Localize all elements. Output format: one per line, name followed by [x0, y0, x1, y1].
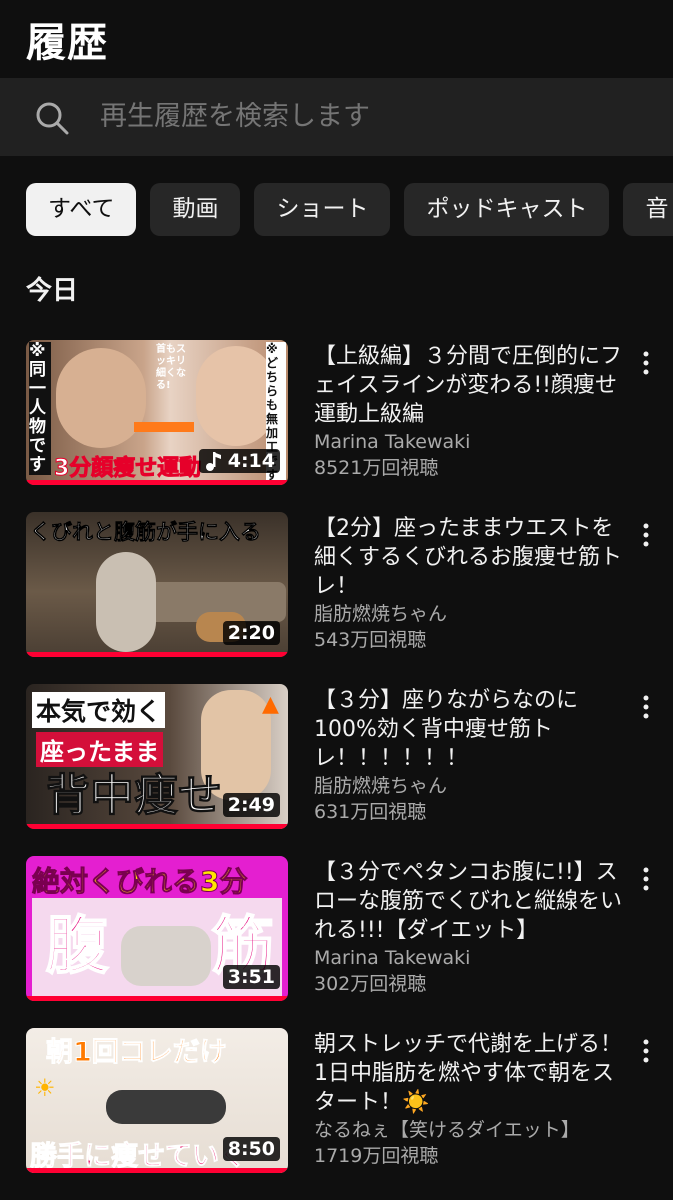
video-item[interactable]: ※同一人物です 首もスッキリ細くなる! ※どちらも無加工です 3分顔痩せ運動 4…	[0, 340, 673, 512]
chip-videos[interactable]: 動画	[150, 183, 241, 236]
duration-text: 3:51	[227, 966, 275, 988]
duration-text: 8:50	[227, 1138, 275, 1160]
thumbnail-face-left	[56, 348, 146, 448]
video-list: ※同一人物です 首もスッキリ細くなる! ※どちらも無加工です 3分顔痩せ運動 4…	[0, 340, 673, 1200]
more-options-icon[interactable]	[639, 522, 653, 548]
duration-text: 2:49	[227, 794, 275, 816]
video-title[interactable]: 朝ストレッチで代謝を上げる！1日中脂肪を燃やす体で朝をスタート！☀️	[314, 1030, 626, 1117]
thumbnail-banner: 3分顔痩せ運動	[53, 456, 202, 482]
watch-progress-bar	[26, 824, 288, 829]
video-title[interactable]: 【３分でペタンコお腹に!!】スローな腹筋でくびれと縦線をいれる!!!【ダイエット…	[314, 858, 626, 945]
watch-progress-bar	[26, 1168, 288, 1173]
thumbnail-caption-top: 絶対くびれる3分	[31, 865, 248, 899]
thumbnail-caption-top: 朝1回コレだけ	[46, 1037, 228, 1069]
video-title[interactable]: 【上級編】３分間で圧倒的にフェイスラインが変わる!!顔痩せ運動上級編	[314, 342, 626, 429]
chip-podcasts[interactable]: ポッドキャスト	[404, 183, 610, 236]
thumbnail-caption-left: 腹	[45, 909, 109, 982]
more-options-icon[interactable]	[639, 350, 653, 376]
view-count: 302万回視聴	[314, 973, 427, 995]
thumbnail-caption-middle: 座ったまま	[36, 732, 164, 767]
video-duration: 4:14	[198, 449, 280, 473]
chip-music[interactable]: 音	[623, 183, 673, 236]
watch-progress-bar	[26, 652, 288, 657]
more-options-icon[interactable]	[639, 694, 653, 720]
watch-progress-bar	[26, 996, 288, 1001]
search-icon	[36, 102, 69, 135]
video-title[interactable]: 【３分】座りながらなのに100%効く背中痩せ筋トレ！！！！！！	[314, 686, 626, 773]
video-title[interactable]: 【2分】座ったままウエストを細くするくびれるお腹痩せ筋トレ！	[314, 514, 626, 601]
more-options-icon[interactable]	[639, 866, 653, 892]
view-count: 543万回視聴	[314, 629, 427, 651]
music-note-icon	[205, 452, 221, 471]
thumbnail-caption-middle: 首もスッキリ細くなる!	[156, 344, 186, 391]
video-item[interactable]: くびれと腹筋が手に入る 2:20 【2分】座ったままウエストを細くするくびれるお…	[0, 512, 673, 684]
channel-name[interactable]: なるねぇ【笑けるダイエット】	[314, 1117, 626, 1143]
search-bar[interactable]	[0, 78, 673, 156]
thumbnail-caption-left: ※同一人物です	[29, 342, 51, 475]
view-count: 8521万回視聴	[314, 457, 439, 479]
filter-chips: すべて 動画 ショート ポッドキャスト 音	[26, 183, 673, 236]
thumbnail-caption: くびれと腹筋が手に入る	[30, 520, 262, 545]
video-duration: 3:51	[222, 965, 280, 989]
more-options-icon[interactable]	[639, 1038, 653, 1064]
sun-icon: ☀	[34, 1074, 56, 1102]
search-input[interactable]	[100, 78, 650, 156]
video-item[interactable]: 絶対くびれる3分 腹 筋 3:51 【３分でペタンコお腹に!!】スローな腹筋でく…	[0, 856, 673, 1028]
thumbnail-face-right	[196, 346, 276, 446]
channel-name[interactable]: 脂肪燃焼ちゃん	[314, 601, 626, 627]
thumbnail-person	[121, 926, 211, 986]
thumbnail-caption-large: 背中痩せ	[46, 770, 223, 821]
view-count: 631万回視聴	[314, 801, 427, 823]
video-thumbnail[interactable]: ※同一人物です 首もスッキリ細くなる! ※どちらも無加工です 3分顔痩せ運動 4…	[26, 340, 288, 485]
thumbnail-caption-top: 本気で効く	[32, 692, 166, 728]
thumbnail-person	[96, 552, 156, 652]
video-thumbnail[interactable]: 本気で効く 座ったまま 背中痩せ ▲ 2:49	[26, 684, 288, 829]
fire-icon: ▲	[262, 692, 279, 717]
video-item[interactable]: ☀ 朝1回コレだけ 勝手に痩せていく 8:50 朝ストレッチで代謝を上げる！1日…	[0, 1028, 673, 1200]
video-thumbnail[interactable]: くびれと腹筋が手に入る 2:20	[26, 512, 288, 657]
video-duration: 2:20	[222, 621, 280, 645]
page-title: 履歴	[26, 20, 108, 66]
thumbnail-arrow	[134, 422, 194, 432]
thumbnail-person	[106, 1090, 226, 1124]
section-heading-today: 今日	[26, 276, 79, 306]
video-thumbnail[interactable]: 絶対くびれる3分 腹 筋 3:51	[26, 856, 288, 1001]
video-duration: 8:50	[222, 1137, 280, 1161]
video-thumbnail[interactable]: ☀ 朝1回コレだけ 勝手に痩せていく 8:50	[26, 1028, 288, 1173]
duration-text: 2:20	[227, 622, 275, 644]
video-duration: 2:49	[222, 793, 280, 817]
view-count: 1719万回視聴	[314, 1145, 439, 1167]
chip-shorts[interactable]: ショート	[254, 183, 391, 236]
channel-name[interactable]: Marina Takewaki	[314, 945, 626, 971]
chip-all[interactable]: すべて	[26, 183, 137, 236]
channel-name[interactable]: Marina Takewaki	[314, 429, 626, 455]
video-item[interactable]: 本気で効く 座ったまま 背中痩せ ▲ 2:49 【３分】座りながらなのに100%…	[0, 684, 673, 856]
watch-progress-bar	[26, 480, 288, 485]
channel-name[interactable]: 脂肪燃焼ちゃん	[314, 773, 626, 799]
duration-text: 4:14	[227, 450, 275, 472]
